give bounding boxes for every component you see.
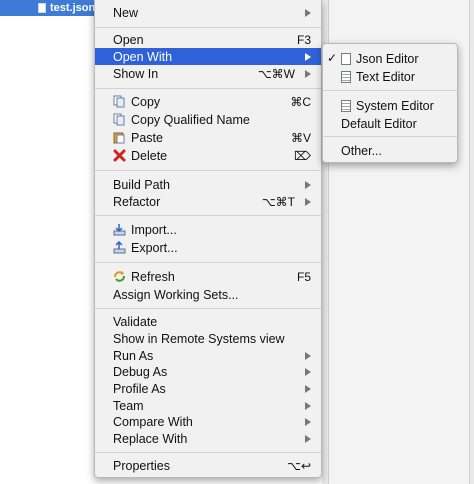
menu-item-run-as[interactable]: Run As [95, 347, 321, 364]
submenu-arrow-icon [305, 197, 311, 206]
submenu-arrow-icon [305, 401, 311, 410]
submenu-item-system-editor[interactable]: System Editor [323, 97, 457, 114]
menu-item-build-path[interactable]: Build Path [95, 176, 321, 193]
submenu-arrow-icon [305, 52, 311, 61]
menu-item-open-with[interactable]: Open With [95, 48, 321, 65]
menu-item-show-in[interactable]: Show In ⌥⌘W [95, 65, 321, 82]
export-icon [113, 241, 126, 254]
submenu-separator [323, 90, 457, 91]
submenu-arrow-icon [305, 417, 311, 426]
menu-item-team[interactable]: Team [95, 397, 321, 414]
submenu-arrow-icon [305, 434, 311, 443]
menu-item-assign-working-sets[interactable]: Assign Working Sets... [95, 286, 321, 303]
menu-item-copy-qualified-name[interactable]: Copy Qualified Name [95, 111, 321, 128]
menu-item-compare-with[interactable]: Compare With [95, 413, 321, 430]
menu-item-import[interactable]: Import... [95, 221, 321, 238]
tree-item-label: test.json [50, 2, 96, 14]
paste-icon [113, 132, 125, 144]
copy-icon [113, 95, 125, 108]
menu-item-refresh[interactable]: Refresh F5 [95, 268, 321, 285]
menu-item-refactor[interactable]: Refactor ⌥⌘T [95, 193, 321, 210]
menu-item-debug-as[interactable]: Debug As [95, 363, 321, 380]
menu-separator [95, 215, 321, 216]
submenu-arrow-icon [305, 384, 311, 393]
delete-icon [113, 149, 126, 162]
import-icon [113, 224, 126, 236]
menu-separator [95, 27, 321, 28]
menu-item-open[interactable]: Open F3 [95, 31, 321, 48]
menu-item-delete[interactable]: Delete ⌦ [95, 147, 321, 164]
menu-item-properties[interactable]: Properties ⌥↩ [95, 457, 321, 474]
menu-separator [95, 262, 321, 263]
tree-item-test-json[interactable]: test.json [0, 0, 100, 16]
submenu-arrow-icon [305, 69, 311, 78]
refresh-icon [114, 271, 125, 282]
project-tree [0, 0, 100, 484]
submenu-item-other[interactable]: Other... [323, 142, 457, 159]
submenu-arrow-icon [305, 8, 311, 17]
menu-separator [95, 452, 321, 453]
menu-item-validate[interactable]: Validate [95, 313, 321, 330]
submenu-item-json-editor[interactable]: ✓ Json Editor [323, 50, 457, 67]
submenu-arrow-icon [305, 367, 311, 376]
checkmark-icon: ✓ [327, 51, 338, 65]
menu-item-copy[interactable]: Copy ⌘C [95, 93, 321, 110]
menu-item-paste[interactable]: Paste ⌘V [95, 129, 321, 146]
submenu-item-text-editor[interactable]: Text Editor [323, 68, 457, 85]
file-icon [38, 3, 46, 13]
copy-qualified-icon [113, 113, 125, 126]
menu-item-show-in-remote-systems[interactable]: Show in Remote Systems view [95, 330, 321, 347]
open-with-submenu: ✓ Json Editor Text Editor System Editor … [322, 43, 458, 163]
menu-separator [95, 170, 321, 171]
menu-item-replace-with[interactable]: Replace With [95, 430, 321, 447]
menu-item-profile-as[interactable]: Profile As [95, 380, 321, 397]
submenu-item-default-editor[interactable]: Default Editor [323, 115, 457, 132]
submenu-arrow-icon [305, 351, 311, 360]
menu-item-new[interactable]: New [95, 4, 321, 21]
menu-separator [95, 308, 321, 309]
menu-separator [95, 88, 321, 89]
submenu-arrow-icon [305, 180, 311, 189]
submenu-separator [323, 136, 457, 137]
document-icon [341, 52, 351, 65]
text-document-icon [341, 70, 351, 83]
context-menu: New Open F3 Open With Show In ⌥⌘W Copy ⌘… [94, 0, 322, 478]
menu-item-export[interactable]: Export... [95, 239, 321, 256]
system-document-icon [341, 99, 351, 112]
